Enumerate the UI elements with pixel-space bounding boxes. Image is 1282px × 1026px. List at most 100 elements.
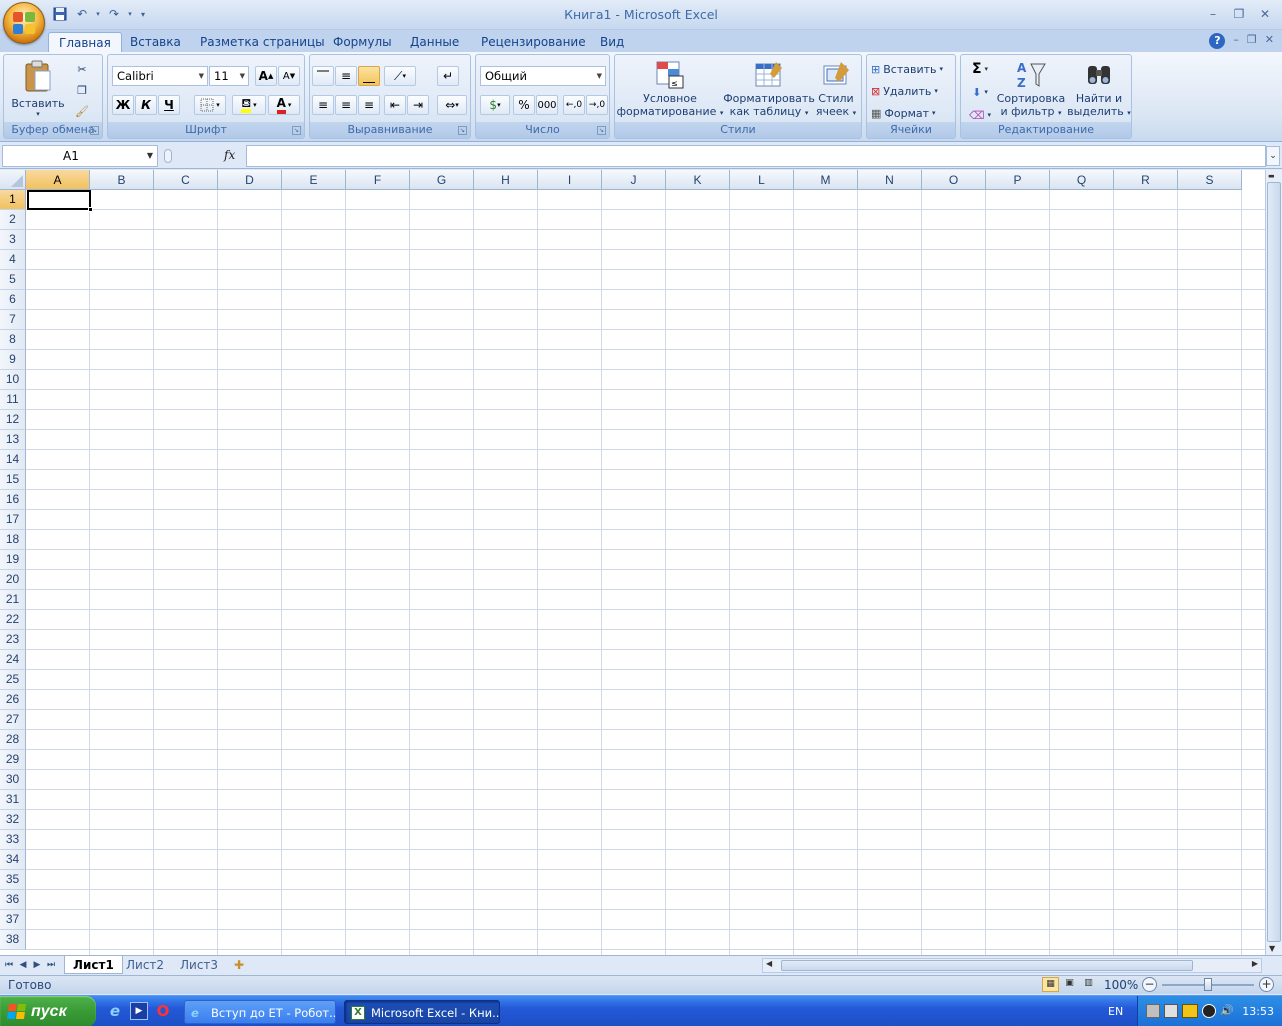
thousands-button[interactable]: 000 bbox=[536, 95, 558, 115]
column-header-I[interactable]: I bbox=[538, 170, 602, 190]
row-header-37[interactable]: 37 bbox=[0, 910, 26, 930]
insert-cells-button[interactable]: ⊞ Вставить ▾ bbox=[871, 60, 943, 78]
row-header-19[interactable]: 19 bbox=[0, 550, 26, 570]
column-header-O[interactable]: O bbox=[922, 170, 986, 190]
align-bottom-button[interactable]: ⎽ bbox=[358, 66, 380, 86]
paste-button[interactable]: Вставить ▾ bbox=[8, 57, 68, 119]
fill-button[interactable]: ⬇ ▾ bbox=[965, 82, 995, 102]
row-header-12[interactable]: 12 bbox=[0, 410, 26, 430]
row-header-1[interactable]: 1 bbox=[0, 190, 26, 210]
scroll-right-icon[interactable]: ▶ bbox=[1252, 959, 1258, 968]
align-middle-button[interactable]: ≡ bbox=[335, 66, 357, 86]
align-center-button[interactable]: ≡ bbox=[335, 95, 357, 115]
format-as-table-button[interactable]: Форматировать как таблицу ▾ bbox=[723, 57, 815, 121]
close-icon[interactable]: ✕ bbox=[1256, 6, 1274, 22]
row-header-27[interactable]: 27 bbox=[0, 710, 26, 730]
column-header-F[interactable]: F bbox=[346, 170, 410, 190]
column-header-R[interactable]: R bbox=[1114, 170, 1178, 190]
page-layout-view-icon[interactable]: ▣ bbox=[1061, 977, 1078, 992]
vertical-scrollbar[interactable]: ▬ ▼ bbox=[1265, 170, 1282, 955]
align-right-button[interactable]: ≡ bbox=[358, 95, 380, 115]
column-header-A[interactable]: A bbox=[26, 170, 90, 190]
font-launcher-icon[interactable]: ↘ bbox=[292, 126, 301, 135]
row-header-7[interactable]: 7 bbox=[0, 310, 26, 330]
help-icon[interactable]: ? bbox=[1209, 33, 1226, 49]
row-header-18[interactable]: 18 bbox=[0, 530, 26, 550]
zoom-out-icon[interactable]: − bbox=[1142, 977, 1157, 992]
row-header-13[interactable]: 13 bbox=[0, 430, 26, 450]
taskbar-button-excel[interactable]: X Microsoft Excel - Кни... bbox=[344, 1000, 500, 1024]
last-sheet-icon[interactable]: ⏭ bbox=[45, 958, 57, 972]
column-header-G[interactable]: G bbox=[410, 170, 474, 190]
active-cell-A1[interactable] bbox=[27, 190, 93, 212]
vertical-scroll-thumb[interactable] bbox=[1267, 182, 1281, 942]
column-header-E[interactable]: E bbox=[282, 170, 346, 190]
horizontal-scroll-thumb[interactable] bbox=[781, 960, 1193, 971]
row-header-23[interactable]: 23 bbox=[0, 630, 26, 650]
sort-filter-button[interactable]: AZ Сортировка и фильтр ▾ bbox=[997, 57, 1066, 121]
row-header-38[interactable]: 38 bbox=[0, 930, 26, 950]
align-left-button[interactable]: ≡ bbox=[312, 95, 334, 115]
row-header-29[interactable]: 29 bbox=[0, 750, 26, 770]
row-header-9[interactable]: 9 bbox=[0, 350, 26, 370]
name-box[interactable]: A1 ▼ bbox=[2, 145, 158, 167]
row-header-31[interactable]: 31 bbox=[0, 790, 26, 810]
zoom-slider-thumb[interactable] bbox=[1204, 978, 1212, 991]
orientation-button[interactable]: ⟋ ▾ bbox=[384, 66, 416, 86]
tab-data[interactable]: Данные bbox=[400, 32, 469, 52]
insert-sheet-icon[interactable]: ✚ bbox=[226, 956, 252, 974]
tray-app-icon[interactable] bbox=[1164, 1004, 1178, 1018]
column-header-P[interactable]: P bbox=[986, 170, 1050, 190]
row-header-32[interactable]: 32 bbox=[0, 810, 26, 830]
italic-button[interactable]: К bbox=[135, 95, 157, 115]
workbook-minimize-icon[interactable]: – bbox=[1233, 33, 1239, 49]
row-header-30[interactable]: 30 bbox=[0, 770, 26, 790]
column-header-H[interactable]: H bbox=[474, 170, 538, 190]
column-header-C[interactable]: C bbox=[154, 170, 218, 190]
row-header-2[interactable]: 2 bbox=[0, 210, 26, 230]
scroll-down-icon[interactable]: ▼ bbox=[1269, 944, 1275, 953]
formula-resize-handle-icon[interactable] bbox=[164, 149, 172, 163]
row-header-10[interactable]: 10 bbox=[0, 370, 26, 390]
increase-indent-button[interactable]: ⇥ bbox=[407, 95, 429, 115]
shrink-font-button[interactable]: A ▼ bbox=[278, 66, 300, 86]
row-header-17[interactable]: 17 bbox=[0, 510, 26, 530]
copy-icon[interactable]: ❐ bbox=[72, 81, 92, 99]
taskbar-button-browser[interactable]: e Вступ до ЕТ - Робот... bbox=[184, 1000, 336, 1024]
number-format-combo[interactable]: Общий ▼ bbox=[480, 66, 606, 86]
tab-review[interactable]: Рецензирование bbox=[471, 32, 596, 52]
language-indicator[interactable]: EN bbox=[1108, 1005, 1123, 1018]
bold-button[interactable]: Ж bbox=[112, 95, 134, 115]
decrease-decimal-button[interactable]: →,0 bbox=[586, 95, 608, 115]
font-name-combo[interactable]: Calibri ▼ bbox=[112, 66, 208, 86]
number-launcher-icon[interactable]: ↘ bbox=[597, 126, 606, 135]
row-header-26[interactable]: 26 bbox=[0, 690, 26, 710]
network-icon[interactable] bbox=[1146, 1004, 1160, 1018]
first-sheet-icon[interactable]: ⏮ bbox=[3, 958, 15, 972]
minimize-icon[interactable]: – bbox=[1204, 6, 1222, 22]
formula-input[interactable] bbox=[246, 145, 1266, 167]
merge-center-button[interactable]: ⇔ ▾ bbox=[437, 95, 467, 115]
restore-icon[interactable]: ❐ bbox=[1230, 6, 1248, 22]
sheet-tab-1[interactable]: Лист1 bbox=[64, 956, 123, 974]
row-header-3[interactable]: 3 bbox=[0, 230, 26, 250]
row-header-6[interactable]: 6 bbox=[0, 290, 26, 310]
volume-icon[interactable]: 🔊 bbox=[1220, 1004, 1234, 1018]
insert-function-icon[interactable]: fx bbox=[224, 148, 235, 162]
display-icon[interactable] bbox=[1182, 1004, 1198, 1018]
column-header-N[interactable]: N bbox=[858, 170, 922, 190]
column-header-S[interactable]: S bbox=[1178, 170, 1242, 190]
cut-icon[interactable]: ✂ bbox=[72, 60, 92, 78]
row-header-33[interactable]: 33 bbox=[0, 830, 26, 850]
find-select-button[interactable]: Найти и выделить ▾ bbox=[1067, 57, 1131, 121]
percent-button[interactable]: % bbox=[513, 95, 535, 115]
row-header-22[interactable]: 22 bbox=[0, 610, 26, 630]
office-button[interactable] bbox=[3, 2, 45, 44]
normal-view-icon[interactable]: ▦ bbox=[1042, 977, 1059, 992]
scroll-left-icon[interactable]: ◀ bbox=[766, 959, 772, 968]
column-header-Q[interactable]: Q bbox=[1050, 170, 1114, 190]
tab-view[interactable]: Вид bbox=[590, 32, 634, 52]
row-header-35[interactable]: 35 bbox=[0, 870, 26, 890]
currency-button[interactable]: $ ▾ bbox=[480, 95, 510, 115]
sheet-tab-3[interactable]: Лист3 bbox=[172, 956, 226, 974]
